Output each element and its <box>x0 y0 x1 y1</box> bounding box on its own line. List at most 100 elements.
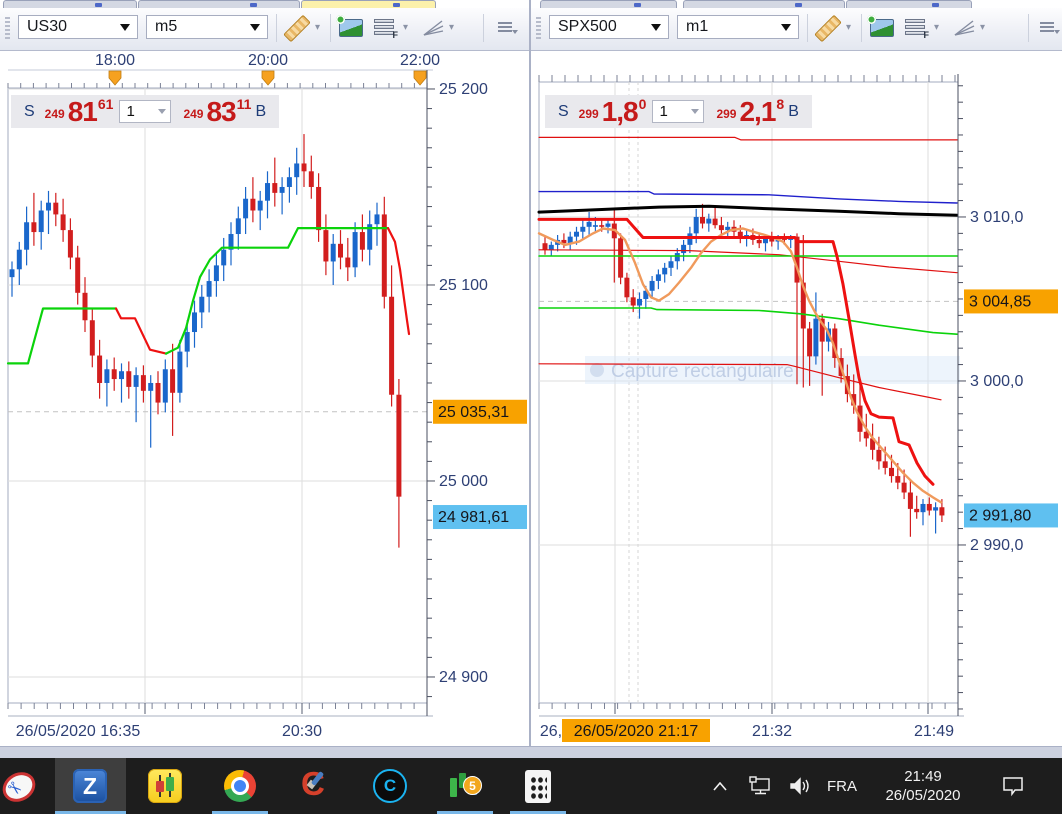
ask-price: 2,1 <box>739 96 775 128</box>
capture-tool-overlay: Capture rectangulaire <box>585 356 960 384</box>
chart-panel-spx500: SPX500 m1 ▾ F ▾ ▾ Capture rectangulaire3… <box>531 0 1062 746</box>
symbol-value: SPX500 <box>558 18 617 36</box>
snipping-tool-icon[interactable]: ✂ <box>0 758 40 814</box>
svg-text:3 004,85: 3 004,85 <box>969 293 1031 310</box>
measure-dropdown-arrow[interactable]: ▾ <box>315 22 320 33</box>
tab-pin-icon <box>95 3 102 7</box>
chart-toolbar: US30 m5 ▾ F ▾ ▾ <box>0 8 529 51</box>
language-indicator[interactable]: FRA <box>822 758 862 814</box>
tab-pin-icon <box>393 3 400 7</box>
indicators-dropdown-arrow[interactable]: ▾ <box>403 22 408 33</box>
trading-app-z-icon[interactable]: Z <box>55 758 126 814</box>
notification-center-icon[interactable] <box>992 758 1034 814</box>
chart-menu-button[interactable] <box>492 15 520 41</box>
price-chart-spx500[interactable]: Capture rectangulaire3 010,03 000,02 990… <box>531 50 1062 746</box>
bid-pips: 61 <box>98 96 114 112</box>
ask-prefix: 299 <box>716 107 736 121</box>
fan-lines-icon <box>421 18 445 38</box>
snapshot-button[interactable] <box>337 15 365 41</box>
svg-text:24 981,61: 24 981,61 <box>438 509 509 526</box>
timeframe-value: m1 <box>686 18 708 36</box>
clock[interactable]: 21:49 26/05/2020 <box>868 758 978 814</box>
menu-lines-icon <box>498 21 514 35</box>
measure-dropdown-arrow[interactable]: ▾ <box>846 22 851 33</box>
symbol-select[interactable]: US30 <box>18 15 138 39</box>
speaker-icon[interactable] <box>783 758 819 814</box>
svg-text:26/05/2020 16:35: 26/05/2020 16:35 <box>16 723 141 740</box>
measure-tool-button[interactable] <box>283 15 311 41</box>
svg-text:21:49: 21:49 <box>914 723 954 740</box>
candlestick-app-icon[interactable] <box>140 758 190 814</box>
svg-text:25 100: 25 100 <box>439 277 488 294</box>
chevron-down-icon <box>691 109 699 118</box>
toolbar-grip[interactable] <box>5 17 10 41</box>
chevron-down-icon <box>120 24 130 36</box>
timeframe-select[interactable]: m5 <box>146 15 268 39</box>
c-circle-app-icon[interactable]: C <box>365 758 415 814</box>
bottom-time-ruler <box>539 703 964 716</box>
tab-pin-icon <box>250 3 257 7</box>
buy-button[interactable]: B <box>788 103 799 121</box>
svg-text:26,: 26, <box>540 723 562 740</box>
price-axis: 25 20025 10025 00024 900 <box>427 70 488 716</box>
drawing-dropdown-arrow[interactable]: ▾ <box>980 22 985 33</box>
chevron-down-icon <box>158 109 166 118</box>
ask-prefix: 249 <box>183 107 203 121</box>
chart-menu-button[interactable] <box>1034 15 1062 41</box>
drawing-dropdown-arrow[interactable]: ▾ <box>449 22 454 33</box>
tray-chevron-up-icon[interactable] <box>705 758 735 814</box>
price-chart-us30[interactable]: 18:0020:0022:0025 20025 10025 00024 9002… <box>0 50 529 746</box>
svg-text:25 200: 25 200 <box>439 81 488 98</box>
time-marker-icon <box>414 71 426 85</box>
tray-time: 21:49 <box>904 767 942 786</box>
ccleaner-icon[interactable]: C <box>290 758 340 814</box>
current-price-label: 24 981,61 <box>433 505 527 529</box>
sell-button[interactable]: S <box>558 103 569 121</box>
fan-lines-icon <box>952 18 976 38</box>
indicators-button[interactable]: F <box>902 15 930 41</box>
quantity-select[interactable]: 1 <box>652 100 704 123</box>
chart-panel-us30: US30 m5 ▾ F ▾ ▾ 18:0020:0022:0025 20025 … <box>0 0 529 746</box>
svg-text:24 900: 24 900 <box>439 669 488 686</box>
top-time-ruler <box>539 75 955 82</box>
indicators-button[interactable]: F <box>371 15 399 41</box>
timeframe-select[interactable]: m1 <box>677 15 799 39</box>
indicator-list-icon: F <box>905 19 927 37</box>
bid-pips: 0 <box>639 96 647 112</box>
bottom-time-labels: 26, 26/05/2020 21:17 21:32 21:49 <box>540 719 954 742</box>
svg-text:26/05/2020 21:17: 26/05/2020 21:17 <box>574 723 699 740</box>
sell-button[interactable]: S <box>24 103 35 121</box>
quantity-select[interactable]: 1 <box>119 100 171 123</box>
indicator-list-icon: F <box>374 19 396 37</box>
symbol-select[interactable]: SPX500 <box>549 15 669 39</box>
chevron-down-icon <box>250 24 260 36</box>
calculator-icon[interactable] <box>513 758 563 814</box>
price-axis: 3 010,03 000,02 990,0 <box>958 74 1023 716</box>
ruler-icon <box>283 14 311 42</box>
ruler-icon <box>814 14 842 42</box>
drawing-lines-button[interactable] <box>950 15 978 41</box>
svg-text:3 010,0: 3 010,0 <box>970 209 1023 226</box>
drawing-lines-button[interactable] <box>419 15 447 41</box>
ask-pips: 8 <box>776 96 784 112</box>
chrome-icon[interactable] <box>215 758 265 814</box>
snapshot-button[interactable] <box>868 15 896 41</box>
ask-pips: 11 <box>237 96 252 112</box>
toolbar-grip[interactable] <box>536 17 541 41</box>
metatrader5-icon[interactable]: 5 <box>440 758 490 814</box>
measure-tool-button[interactable] <box>814 15 842 41</box>
chart-toolbar: SPX500 m1 ▾ F ▾ ▾ <box>531 8 1062 51</box>
network-icon[interactable] <box>742 758 778 814</box>
bid-ask-panel-spx500: S 299 1,80 1 299 2,18 B <box>545 95 812 128</box>
bid-prefix: 299 <box>579 107 599 121</box>
windows-taskbar: ✂ZCC5 FRA 21:49 26/05/2020 <box>0 758 1062 814</box>
top-time-ruler: 18:0020:0022:00 <box>8 52 440 88</box>
svg-text:22:00: 22:00 <box>400 52 440 69</box>
buy-button[interactable]: B <box>255 103 266 121</box>
svg-text:21:32: 21:32 <box>752 723 792 740</box>
indicators-dropdown-arrow[interactable]: ▾ <box>934 22 939 33</box>
bid-prefix: 249 <box>45 107 65 121</box>
svg-text:2 990,0: 2 990,0 <box>970 537 1023 554</box>
svg-text:20:00: 20:00 <box>248 52 288 69</box>
menu-lines-icon <box>1040 21 1056 35</box>
